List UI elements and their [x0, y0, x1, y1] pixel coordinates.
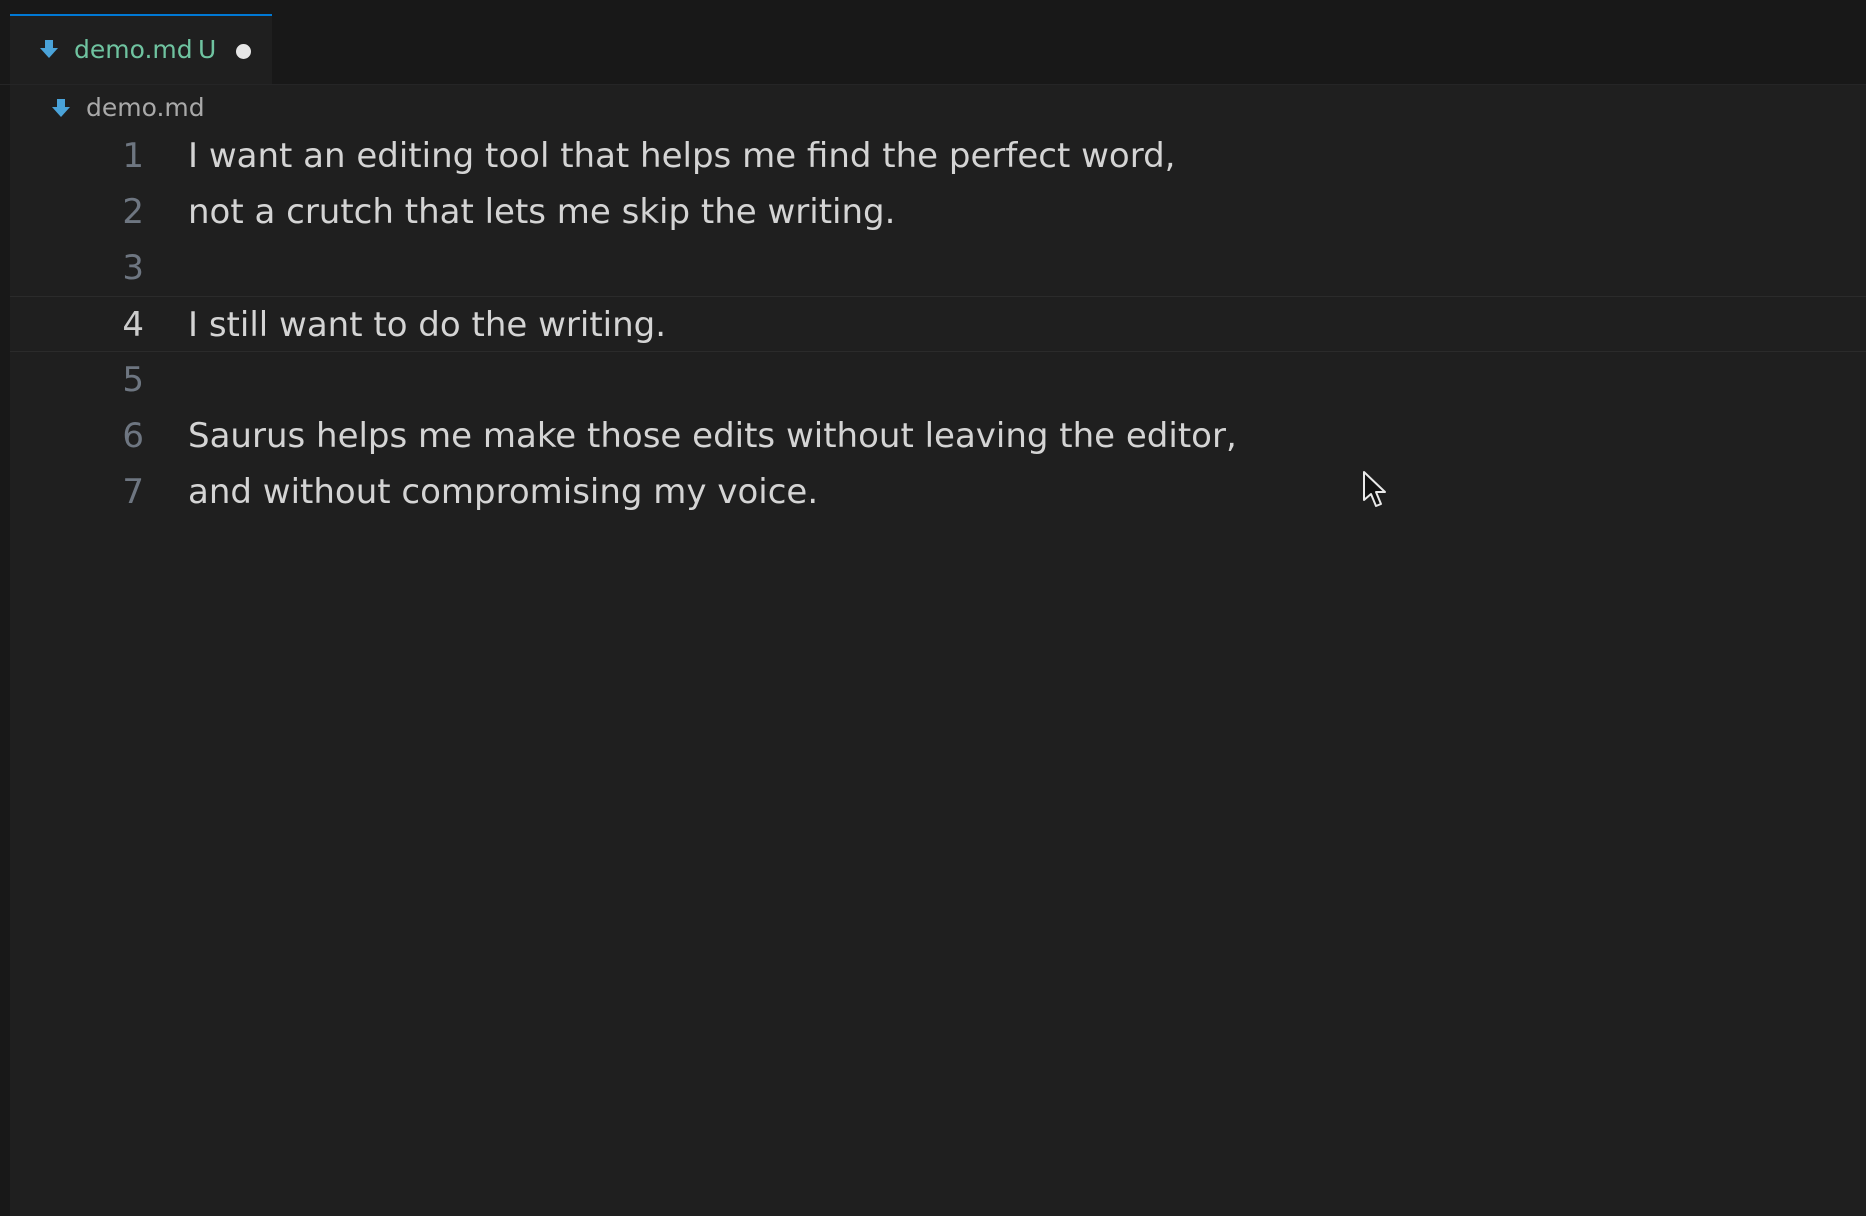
mouse-pointer-icon: [1363, 471, 1386, 507]
line-number: 7: [122, 472, 144, 512]
line-text[interactable]: Saurus helps me make those edits without…: [188, 416, 1237, 456]
line-number: 4: [122, 305, 144, 345]
markdown-icon: [52, 99, 70, 117]
line-number: 5: [122, 360, 144, 400]
breadcrumb-file-label: demo.md: [86, 93, 205, 122]
line-number: 1: [122, 136, 144, 176]
tab-label: demo.md: [74, 35, 193, 64]
line-number: 6: [122, 416, 144, 456]
editor-line[interactable]: 2 not a crutch that lets me skip the wri…: [10, 184, 1866, 240]
editor-line[interactable]: 6 Saurus helps me make those edits witho…: [10, 408, 1866, 464]
tab-bar: demo.md U: [0, 0, 1866, 85]
line-number: 3: [122, 248, 144, 288]
markdown-icon: [40, 40, 58, 58]
git-status-badge: U: [198, 35, 217, 64]
editor-line[interactable]: 1 I want an editing tool that helps me f…: [10, 128, 1866, 184]
editor-line[interactable]: 3: [10, 240, 1866, 296]
line-text[interactable]: I want an editing tool that helps me fin…: [188, 136, 1175, 176]
editor-left-strip: [0, 0, 10, 1216]
editor-line-current[interactable]: 4 I still want to do the writing.: [10, 296, 1866, 352]
tab-demo-md[interactable]: demo.md U: [10, 14, 272, 84]
unsaved-dot-icon[interactable]: [236, 44, 251, 59]
editor-text-area[interactable]: 1 I want an editing tool that helps me f…: [10, 128, 1866, 1216]
editor-line[interactable]: 5: [10, 352, 1866, 408]
line-text[interactable]: and without compromising my voice.: [188, 472, 818, 512]
line-number: 2: [122, 192, 144, 232]
editor-line[interactable]: 7 and without compromising my voice.: [10, 464, 1866, 520]
line-text[interactable]: I still want to do the writing.: [188, 305, 666, 345]
line-text[interactable]: not a crutch that lets me skip the writi…: [188, 192, 895, 232]
